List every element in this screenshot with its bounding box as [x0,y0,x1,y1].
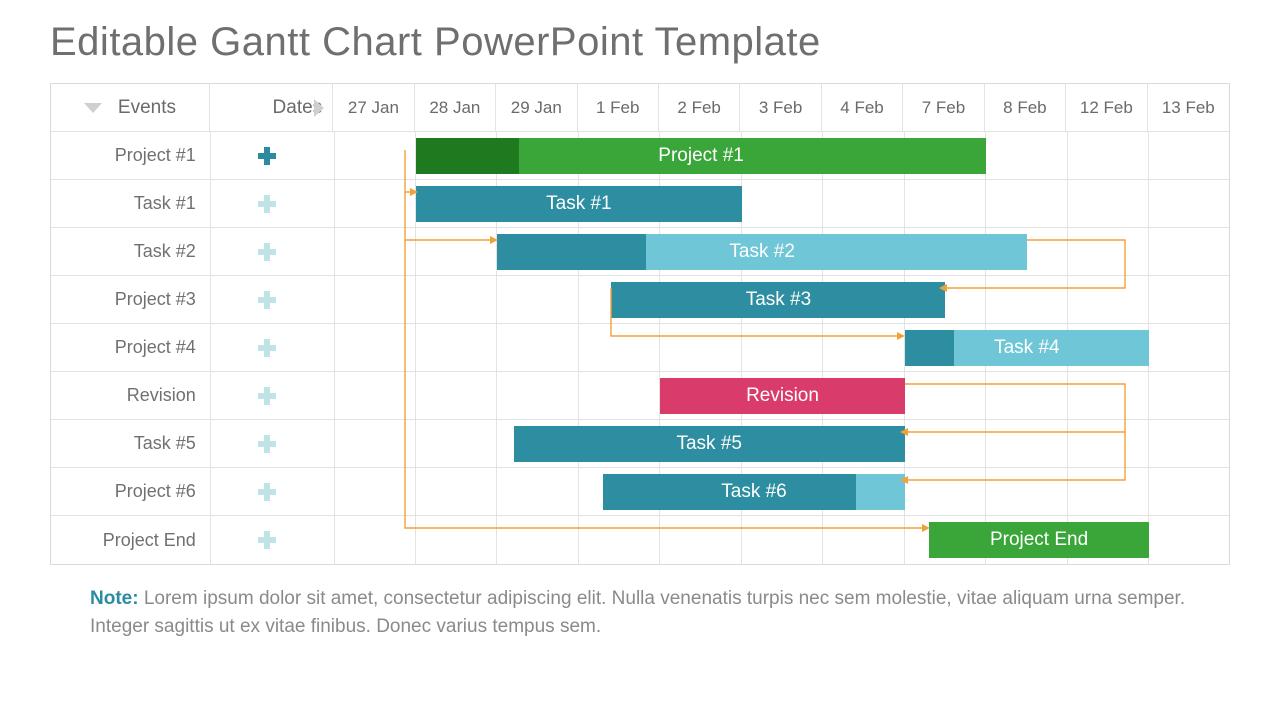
row-name-label: Project #6 [115,481,196,502]
chevron-down-icon [84,103,102,113]
note: Note: Lorem ipsum dolor sit amet, consec… [90,585,1210,640]
gantt-body: Project #1Project #1Task #1Task #1Task #… [51,132,1229,564]
date-header: 28 Jan [415,84,496,132]
date-header: 8 Feb [985,84,1066,132]
gantt-chart: Events Dates 27 Jan28 Jan29 Jan1 Feb2 Fe… [50,83,1230,565]
timeline: Project End [335,516,1229,564]
date-header: 27 Jan [333,84,414,132]
row-name: Task #5 [51,420,211,468]
date-header: 2 Feb [659,84,740,132]
gantt-row: Project #1 Project #1 [51,132,1229,180]
plus-icon [258,483,276,501]
gantt-row: Project #4 Task #4 [51,324,1229,372]
gantt-bar[interactable]: Task #2 [497,234,1026,270]
gantt-row: Task #2 Task #2 [51,228,1229,276]
gantt-row: Revision Revision [51,372,1229,420]
note-text: Lorem ipsum dolor sit amet, consectetur … [90,588,1185,637]
row-name: Project #3 [51,276,211,324]
expand-button[interactable] [211,132,335,180]
row-name: Project #1 [51,132,211,180]
gantt-header: Events Dates 27 Jan28 Jan29 Jan1 Feb2 Fe… [51,84,1229,132]
plus-icon [258,339,276,357]
date-header: 7 Feb [903,84,984,132]
expand-button[interactable] [211,324,335,372]
bar-label: Project End [990,529,1088,551]
gantt-bar[interactable]: Revision [660,378,904,414]
gantt-bar[interactable]: Project #1 [416,138,986,174]
plus-icon [258,435,276,453]
row-name-label: Project #3 [115,289,196,310]
timeline: Task #5 [335,420,1229,468]
gantt-row: Project #6 Task #6 [51,468,1229,516]
gantt-bar[interactable]: Project End [929,522,1149,558]
progress-segment [416,138,519,174]
progress-segment [497,234,645,270]
bar-label: Task #4 [994,337,1059,359]
bar-label: Task #1 [546,193,611,215]
date-header: 3 Feb [740,84,821,132]
gantt-row: Project #3 Task #3 [51,276,1229,324]
timeline: Task #1 [335,180,1229,228]
date-headers: 27 Jan28 Jan29 Jan1 Feb2 Feb3 Feb4 Feb7 … [333,84,1229,132]
row-name: Task #1 [51,180,211,228]
expand-button[interactable] [211,180,335,228]
col-events-label: Events [118,97,176,119]
timeline: Task #6 [335,468,1229,516]
row-name-label: Project #1 [115,145,196,166]
page-title: Editable Gantt Chart PowerPoint Template [50,20,1230,65]
gantt-bar[interactable]: Task #4 [905,330,1149,366]
gantt-row: Task #1 Task #1 [51,180,1229,228]
expand-button[interactable] [211,468,335,516]
row-name-label: Project End [103,530,196,551]
row-name: Task #2 [51,228,211,276]
timeline: Task #4 [335,324,1229,372]
note-label: Note: [90,588,139,609]
expand-button[interactable] [211,228,335,276]
chevron-right-icon [314,99,324,117]
expand-button[interactable] [211,420,335,468]
bar-label: Task #2 [729,241,794,263]
bar-label: Task #3 [746,289,811,311]
gantt-row: Project End Project End [51,516,1229,564]
row-name-label: Task #2 [134,241,196,262]
plus-icon [258,243,276,261]
timeline: Task #3 [335,276,1229,324]
row-name-label: Revision [127,385,196,406]
col-dates[interactable]: Dates [210,84,333,132]
gantt-bar[interactable]: Task #6 [603,474,904,510]
gantt-bar[interactable]: Task #3 [611,282,945,318]
row-name-label: Task #5 [134,433,196,454]
gantt-bar[interactable]: Task #1 [416,186,742,222]
timeline: Revision [335,372,1229,420]
progress-segment [905,330,954,366]
row-name: Revision [51,372,211,420]
plus-icon [258,531,276,549]
date-header: 29 Jan [496,84,577,132]
date-header: 1 Feb [578,84,659,132]
gantt-bar[interactable]: Task #5 [514,426,905,462]
row-name: Project #4 [51,324,211,372]
date-header: 4 Feb [822,84,903,132]
col-events[interactable]: Events [51,84,210,132]
date-header: 13 Feb [1148,84,1229,132]
timeline: Task #2 [335,228,1229,276]
expand-button[interactable] [211,516,335,564]
row-name: Project #6 [51,468,211,516]
timeline: Project #1 [335,132,1229,180]
plus-icon [258,291,276,309]
gantt-row: Task #5 Task #5 [51,420,1229,468]
bar-label: Project #1 [658,145,744,167]
row-name: Project End [51,516,211,564]
plus-icon [258,387,276,405]
plus-icon [258,147,276,165]
row-name-label: Task #1 [134,193,196,214]
expand-button[interactable] [211,276,335,324]
row-name-label: Project #4 [115,337,196,358]
bar-label: Task #6 [721,481,786,503]
expand-button[interactable] [211,372,335,420]
date-header: 12 Feb [1066,84,1147,132]
plus-icon [258,195,276,213]
bar-label: Task #5 [676,433,741,455]
bar-label: Revision [746,385,819,407]
